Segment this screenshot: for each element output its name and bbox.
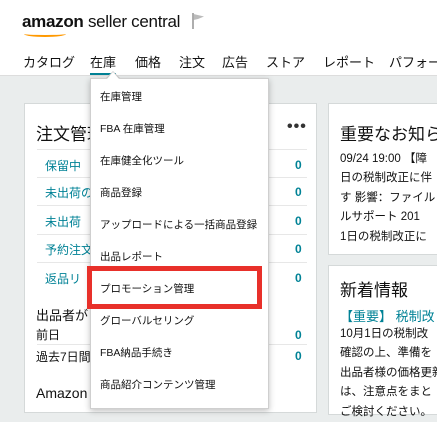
menu-item-listing-report[interactable]: 出品レポート	[100, 249, 163, 264]
period-last-7-days: 過去7日間	[36, 350, 91, 364]
count-yesterday[interactable]: 0	[295, 328, 302, 342]
order-count-unshipped-premium[interactable]: 0	[295, 185, 302, 199]
notice-text[interactable]: 09/24 19:00 【障 日の税制改正に伴 す 影響：ファイル ルサポート …	[340, 150, 435, 247]
notice-line: 1日の税制改正に	[340, 230, 427, 243]
highlight-box	[87, 266, 262, 309]
nav-performance[interactable]: パフォー	[389, 52, 437, 71]
order-status-unshipped-premium[interactable]: 未出荷の	[45, 184, 93, 201]
inventory-dropdown-menu: 在庫管理 FBA 在庫管理 在庫健全化ツール 商品登録 アップロードによる一括商…	[90, 78, 269, 409]
notice-line: ルサポート 201	[340, 211, 420, 224]
order-status-unshipped[interactable]: 未出荷	[45, 213, 81, 230]
dropdown-caret-fill	[107, 72, 119, 79]
flag-icon[interactable]	[191, 12, 207, 30]
menu-item-inventory-health[interactable]: 在庫健全化ツール	[100, 153, 184, 168]
more-options-icon[interactable]: •••	[287, 118, 307, 136]
menu-item-add-product[interactable]: 商品登録	[100, 185, 142, 200]
nav-catalog[interactable]: カタログ	[23, 52, 75, 71]
order-status-returns[interactable]: 返品リ	[45, 270, 81, 287]
order-count-unshipped[interactable]: 0	[295, 214, 302, 228]
news-line: 出品者様の価格更新	[340, 366, 437, 379]
menu-item-bulk-upload[interactable]: アップロードによる一括商品登録	[100, 217, 257, 232]
top-bar: amazon seller central	[0, 0, 437, 44]
order-status-preorder[interactable]: 予約注文	[45, 241, 93, 258]
order-count-preorder[interactable]: 0	[295, 242, 302, 256]
period-yesterday: 前日	[36, 328, 61, 342]
news-line: は、注意点をまと	[340, 386, 432, 399]
logo-product: seller central	[87, 12, 181, 31]
menu-item-global-selling[interactable]: グローバルセリング	[100, 313, 194, 328]
nav-orders[interactable]: 注文	[179, 52, 205, 71]
menu-item-fba-inventory[interactable]: FBA 在庫管理	[100, 121, 165, 136]
main-nav: カタログ 在庫 価格 注文 広告 ストア レポート パフォー	[0, 44, 437, 76]
count-last-7-days[interactable]: 0	[295, 349, 302, 363]
news-line: 10月1日の税制改	[340, 328, 429, 340]
news-line: 確認の上、準備を	[340, 347, 432, 360]
amazon-fulfilled-section-heading: Amazon	[36, 385, 88, 401]
nav-pricing[interactable]: 価格	[135, 52, 161, 71]
notice-line: 09/24 19:00 【障	[340, 153, 427, 165]
important-notices-title: 重要なお知ら	[340, 125, 437, 144]
logo-brand: amazon	[22, 12, 84, 31]
order-status-pending[interactable]: 保留中	[45, 157, 81, 174]
amazon-seller-central-logo[interactable]: amazon seller central	[22, 12, 181, 37]
nav-reports[interactable]: レポート	[323, 52, 375, 71]
news-headline-link[interactable]: 【重要】 税制改	[340, 306, 435, 325]
news-text: 10月1日の税制改 確認の上、準備を 出品者様の価格更新 は、注意点をまと ご検…	[340, 325, 437, 422]
notice-line: す 影響：ファイル	[340, 191, 436, 204]
menu-item-manage-inventory[interactable]: 在庫管理	[100, 89, 142, 104]
seller-fulfilled-section-heading: 出品者が	[36, 308, 89, 323]
nav-stores[interactable]: ストア	[266, 52, 305, 71]
news-line: ご検討ください。	[340, 405, 432, 418]
news-title: 新着情報	[340, 281, 408, 300]
order-count-returns[interactable]: 0	[295, 271, 302, 285]
smile-icon	[24, 31, 66, 37]
nav-advertising[interactable]: 広告	[222, 52, 248, 71]
notice-line: 日の税制改正に伴	[340, 172, 432, 185]
menu-item-a-plus-content[interactable]: 商品紹介コンテンツ管理	[100, 377, 216, 392]
menu-item-fba-shipments[interactable]: FBA納品手続き	[100, 345, 173, 360]
order-count-pending[interactable]: 0	[295, 158, 302, 172]
